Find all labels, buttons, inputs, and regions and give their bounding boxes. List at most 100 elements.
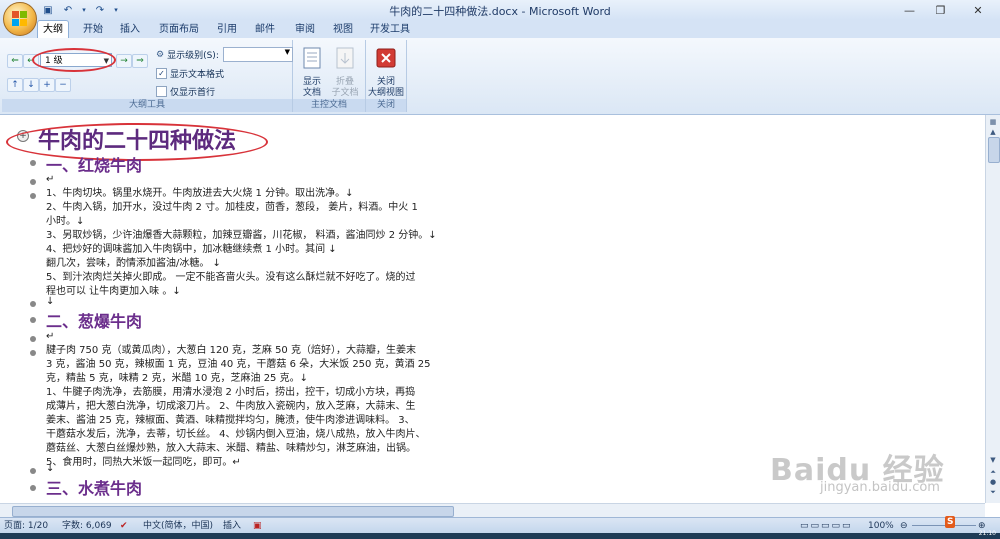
body-line: 成薄片，把大葱白洗净，切成滚刀片。 2、牛肉放入瓷碗内，放入芝麻，大蒜末、生	[46, 401, 416, 412]
restore-icon[interactable]: ❐	[925, 0, 956, 20]
undo-icon[interactable]: ↶	[60, 3, 76, 17]
outline-tools-group: ⇐ ← 1 级 ▼ → ⇒ ↑ ↓ + − ⚙ 显示级别(S): ▼ ✓ 显示文…	[2, 40, 293, 112]
body-line: 干蘑菇水发后，洗净，去蒂，切长丝。 4、炒锅内倒入豆油，烧八成热，放入牛肉片、	[46, 429, 426, 440]
close-window-icon[interactable]: ✕	[956, 0, 1000, 20]
body-line: 程也可以 让牛肉更加入味 。↓	[46, 286, 181, 297]
body-line: 姜末、酱油 25 克，辣椒面、黄酒、味精搅拌均匀，腌渍，使牛肉渗进调味料。 3、	[46, 415, 415, 426]
body-line: ↵	[46, 331, 55, 342]
horizontal-scrollbar[interactable]	[0, 503, 985, 518]
taskbar: 21:10	[0, 530, 1000, 539]
move-down-icon[interactable]: ↓	[23, 78, 39, 92]
clock: 21:10	[978, 530, 996, 537]
office-button[interactable]	[3, 2, 37, 36]
show-first-line-label: 仅显示首行	[170, 88, 216, 98]
show-text-format-label: 显示文本格式	[170, 70, 225, 80]
zoom-slider[interactable]	[912, 525, 976, 526]
scroll-down-icon[interactable]: ▼	[988, 455, 998, 465]
office-logo-icon	[12, 11, 28, 27]
language-indicator[interactable]: 中文(简体，中国)	[143, 520, 213, 532]
outline-bullet	[30, 160, 36, 166]
show-text-format-checkbox[interactable]: ✓ 显示文本格式	[156, 67, 224, 80]
view-buttons[interactable]: ▭▭▭▭▭	[800, 520, 853, 532]
ruler-toggle-icon[interactable]: ▦	[988, 117, 998, 127]
tab-mailings[interactable]: 邮件	[250, 21, 280, 38]
show-document-label: 显示 文档	[302, 77, 321, 98]
demote-icon[interactable]: →	[116, 54, 132, 68]
chevron-down-icon: ▼	[284, 48, 290, 56]
show-first-line-checkbox[interactable]: 仅显示首行	[156, 85, 215, 98]
minimize-icon[interactable]: —	[894, 0, 925, 20]
vertical-scrollbar[interactable]: ▦ ▲ ▼ ⏶ ● ⏷	[985, 115, 1000, 503]
customize-qat-icon[interactable]: ▾	[112, 3, 120, 17]
collapse-icon[interactable]: −	[55, 78, 71, 92]
proofing-icon[interactable]: ✔	[120, 520, 128, 532]
outline-tools-group-label: 大纲工具	[2, 99, 292, 112]
macro-record-icon[interactable]: ▣	[253, 520, 262, 532]
close-outline-view-label: 关闭 大纲视图	[367, 77, 404, 98]
next-page-icon[interactable]: ⏷	[988, 487, 998, 497]
tab-page-layout[interactable]: 页面布局	[155, 21, 203, 38]
body-line: 小时。↓	[46, 216, 85, 227]
document-area[interactable]: + 牛肉的二十四种做法 一、红烧牛肉 ↵ 1、牛肉切块。锅里水烧开。牛肉放进去大…	[0, 115, 985, 503]
body-line: 克，精盐 5 克，味精 2 克，米醋 10 克，芝麻油 25 克。↓	[46, 373, 308, 384]
move-up-icon[interactable]: ↑	[7, 78, 23, 92]
show-document-button[interactable]: 显示 文档	[297, 46, 327, 99]
outline-bullet	[30, 336, 36, 342]
master-document-group: 显示 文档 折叠 子文档 主控文档	[293, 40, 366, 112]
page-indicator[interactable]: 页面: 1/20	[4, 520, 48, 532]
expand-icon[interactable]: +	[39, 78, 55, 92]
body-line: ↵	[46, 174, 55, 185]
redo-icon[interactable]: ↷	[92, 3, 108, 17]
baidu-watermark-url: jingyan.baidu.com	[820, 480, 940, 495]
window-controls: — ❐ ✕	[894, 0, 1000, 20]
collapse-subdocs-button[interactable]: 折叠 子文档	[329, 46, 361, 99]
tab-review[interactable]: 审阅	[290, 21, 320, 38]
demote-to-body-icon[interactable]: ⇒	[132, 54, 148, 68]
horizontal-scroll-thumb[interactable]	[12, 506, 454, 517]
outline-bullet	[30, 301, 36, 307]
tab-home[interactable]: 开始	[78, 21, 108, 38]
vertical-scroll-thumb[interactable]	[988, 137, 1000, 163]
tab-insert[interactable]: 插入	[115, 21, 145, 38]
close-icon	[376, 48, 396, 68]
body-line: 2、牛肉入锅，加开水，没过牛肉 2 寸。加桂皮，茴香，葱段， 姜片，料酒。中火 …	[46, 202, 418, 213]
previous-page-icon[interactable]: ⏶	[988, 467, 998, 477]
undo-dropdown-icon[interactable]: ▾	[80, 3, 88, 17]
body-line: 腱子肉 750 克（或黄瓜肉），大葱白 120 克，芝麻 50 克（焙好），大蒜…	[46, 345, 416, 356]
show-level-icon: ⚙	[156, 49, 165, 60]
body-line: 5、到汁浓肉烂关掉火即成。 一定不能吝啬火头。没有这么酥烂就不好吃了。烧的过	[46, 272, 416, 283]
tab-developer[interactable]: 开发工具	[366, 21, 414, 38]
body-line: 1、牛肉切块。锅里水烧开。牛肉放进去大火烧 1 分钟。取出洗净。↓	[46, 188, 354, 199]
zoom-level[interactable]: 100%	[868, 520, 894, 532]
body-line: 翻几次，尝味，酌情添加酱油/冰糖。 ↓	[46, 258, 221, 269]
body-line: 4、把炒好的调味酱加入牛肉锅中，加冰糖继续煮 1 小时。其间 ↓	[46, 244, 337, 255]
show-level-select[interactable]: ▼	[223, 47, 293, 62]
body-line: 5、食用时，同热大米饭一起同吃，即可。↵	[46, 457, 241, 468]
browse-object-icon[interactable]: ●	[988, 477, 998, 487]
tab-view[interactable]: 视图	[328, 21, 358, 38]
body-line: 蘑菇丝、大葱白丝爆炒熟，放入大蒜末、米醋、精盐、味精炒匀，淋芝麻油，出锅。	[46, 443, 416, 454]
save-icon[interactable]: ▣	[40, 3, 56, 17]
insert-mode[interactable]: 插入	[223, 520, 241, 532]
title-bar: 牛肉的二十四种做法.docx - Microsoft Word ▣ ↶ ▾ ↷ …	[0, 0, 1000, 21]
promote-to-heading1-icon[interactable]: ⇐	[7, 54, 23, 68]
ribbon: ⇐ ← 1 级 ▼ → ⇒ ↑ ↓ + − ⚙ 显示级别(S): ▼ ✓ 显示文…	[0, 38, 1000, 115]
body-line: 3 克，酱油 50 克，辣椒面 1 克，豆油 40 克，干蘑菇 6 朵，大米饭 …	[46, 359, 431, 370]
collapse-subdocs-icon	[336, 47, 354, 69]
outline-bullet	[30, 468, 36, 474]
close-group-label: 关闭	[366, 99, 406, 112]
close-outline-view-button[interactable]: 关闭 大纲视图	[367, 46, 405, 99]
word-count[interactable]: 字数: 6,069	[62, 520, 112, 532]
tab-references[interactable]: 引用	[212, 21, 242, 38]
checkbox-unchecked-icon	[156, 86, 167, 97]
outline-bullet	[30, 179, 36, 185]
tab-outline[interactable]: 大纲	[37, 20, 69, 39]
sogou-ime-icon[interactable]: S	[945, 516, 956, 528]
section-heading: 一、红烧牛肉	[46, 156, 143, 175]
body-line: ↓	[46, 463, 55, 474]
outline-bullet	[30, 350, 36, 356]
section-heading: 二、葱爆牛肉	[46, 312, 143, 331]
zoom-out-icon[interactable]: ⊖	[900, 520, 908, 532]
master-document-group-label: 主控文档	[293, 99, 365, 112]
scroll-up-icon[interactable]: ▲	[988, 127, 998, 137]
